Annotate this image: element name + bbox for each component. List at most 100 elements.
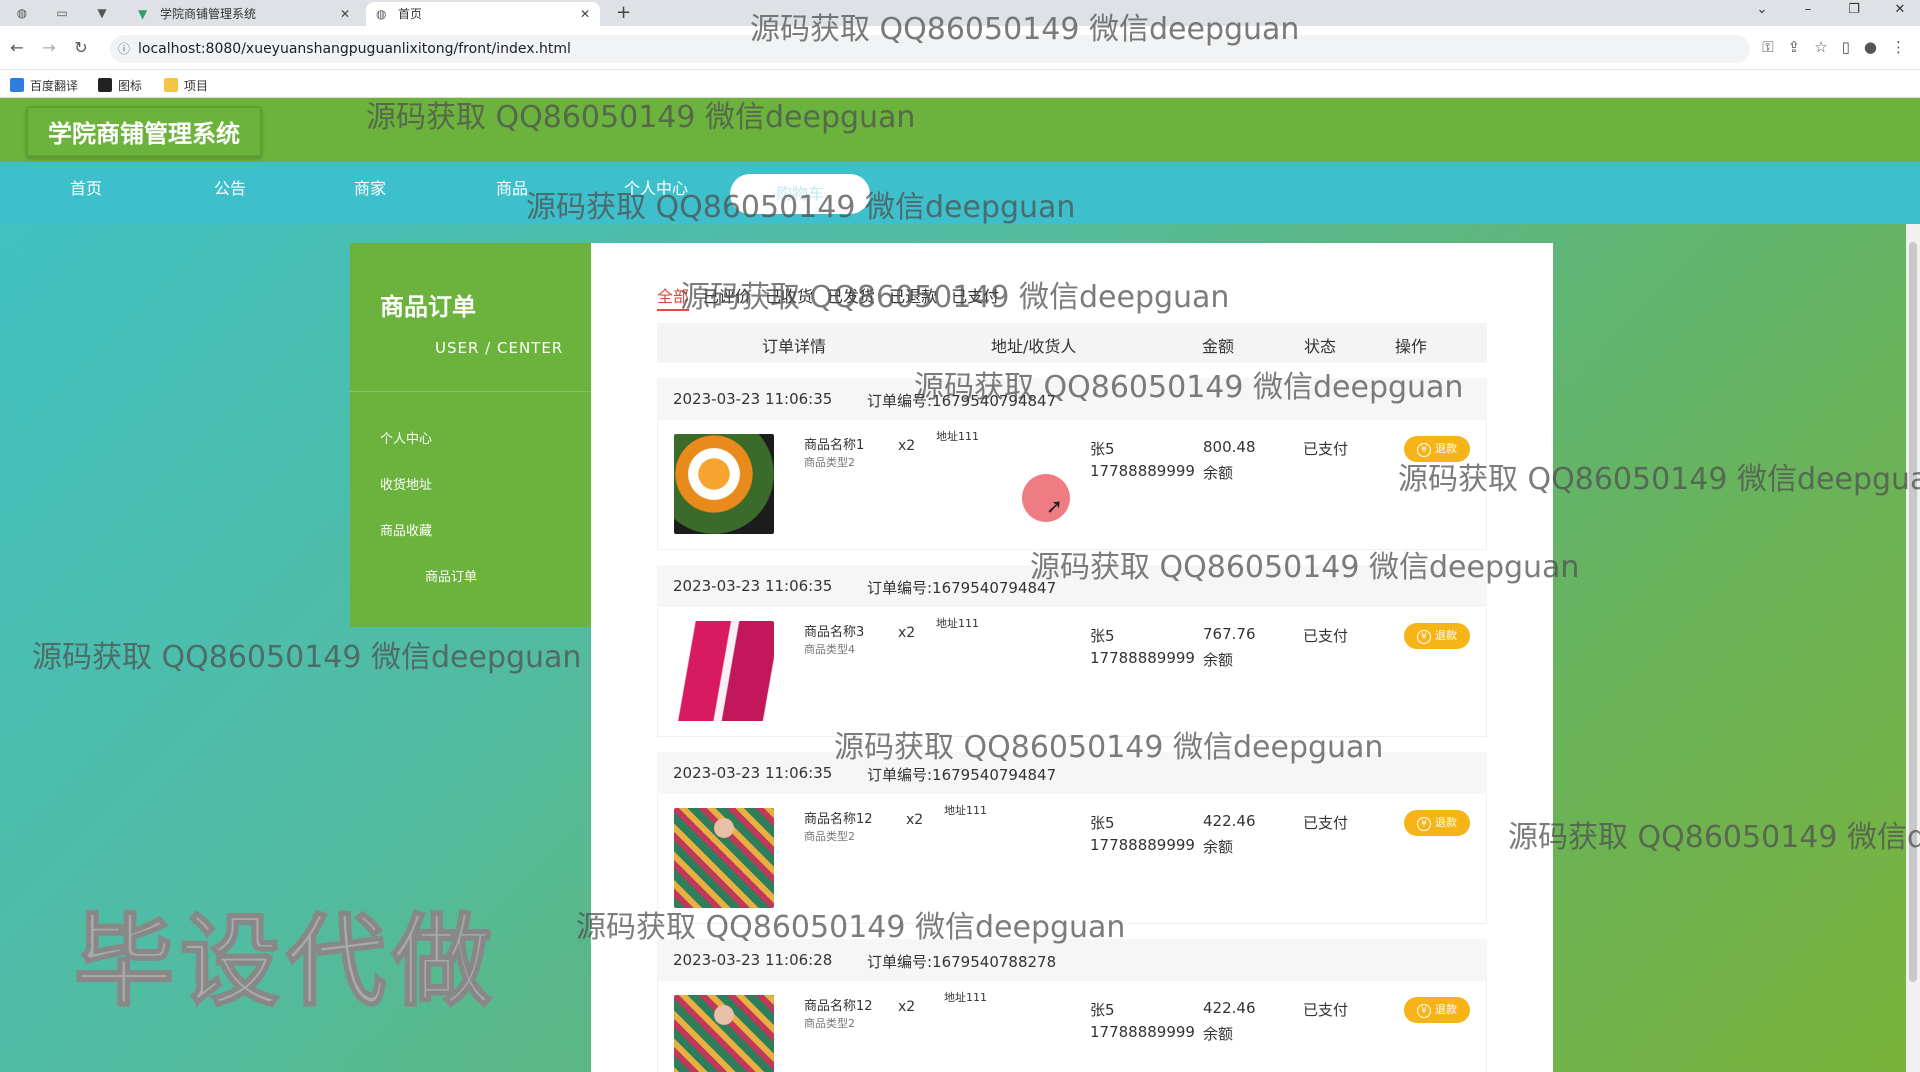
product-name[interactable]: 商品名称3 bbox=[804, 621, 864, 640]
column-header: 状态 bbox=[1304, 337, 1337, 356]
nav-cart[interactable]: 购物车 bbox=[730, 174, 870, 214]
browser-tab-bar: ◍ ▭ ▼ ▼ 学院商铺管理系统 ✕ ◍ 首页 ✕ + ⌄ – ❐ ✕ bbox=[0, 0, 1920, 26]
site-logo[interactable]: 学院商铺管理系统 bbox=[26, 106, 262, 157]
tab-paid[interactable]: 已支付 bbox=[951, 287, 999, 306]
sidebar-item-orders[interactable]: 商品订单 bbox=[425, 566, 477, 585]
chevron-down-icon[interactable]: ⌄ bbox=[1748, 2, 1776, 17]
browser-tab-active[interactable]: ◍ 首页 ✕ bbox=[366, 2, 600, 26]
page-scrollbar[interactable] bbox=[1906, 224, 1920, 1072]
refund-label: 退款 bbox=[1435, 629, 1457, 642]
refund-button[interactable]: ¥ 退款 bbox=[1404, 436, 1470, 462]
close-window-button[interactable]: ✕ bbox=[1886, 2, 1914, 17]
column-header: 操作 bbox=[1395, 337, 1428, 356]
close-icon[interactable]: ✕ bbox=[580, 2, 590, 26]
divider bbox=[350, 391, 591, 392]
key-icon[interactable]: ⚿ bbox=[1762, 38, 1773, 56]
order-date: 2023-03-23 11:06:35 bbox=[673, 577, 833, 595]
close-icon[interactable]: ✕ bbox=[340, 2, 350, 26]
restore-button[interactable]: ❐ bbox=[1840, 2, 1868, 17]
product-name[interactable]: 商品名称1 bbox=[804, 434, 864, 453]
sidebar-title: 商品订单 bbox=[380, 293, 476, 321]
tab-title: 学院商铺管理系统 bbox=[160, 7, 257, 21]
yen-icon: ¥ bbox=[1417, 1004, 1431, 1018]
orders-panel: 全部 已评价 已收货 已发货 已退款 已支付 订单详情 地址/收货人 金额 状态 操作 2… bbox=[591, 243, 1553, 1072]
product-type: 商品类型4 bbox=[804, 643, 855, 656]
sidebar-subtitle: USER / CENTER bbox=[435, 339, 564, 357]
refund-button[interactable]: ¥ 退款 bbox=[1404, 623, 1470, 649]
refund-button[interactable]: ¥ 退款 bbox=[1404, 810, 1470, 836]
reload-button[interactable]: ↻ bbox=[70, 38, 92, 57]
table-header: 订单详情 地址/收货人 金额 状态 操作 bbox=[657, 323, 1487, 363]
info-icon[interactable]: ⓘ bbox=[118, 35, 130, 63]
product-name[interactable]: 商品名称12 bbox=[804, 995, 873, 1014]
watermark-text: 源码获取 QQ86050149 微信deepguan bbox=[32, 640, 582, 675]
order-amount: 767.76 bbox=[1203, 625, 1256, 643]
product-image-cosmetics[interactable] bbox=[674, 621, 774, 721]
address: 地址111 bbox=[936, 617, 979, 630]
quantity: x2 bbox=[898, 999, 916, 1015]
order-header: 2023-03-23 11:06:28 订单编号:1679540788278 bbox=[657, 939, 1487, 981]
tab-icon[interactable]: ▭ bbox=[52, 4, 72, 22]
back-button[interactable]: ← bbox=[6, 38, 28, 57]
order-status: 已支付 bbox=[1303, 814, 1349, 832]
product-name[interactable]: 商品名称12 bbox=[804, 808, 873, 827]
url-text: localhost:8080/xueyuanshangpuguanlixiton… bbox=[138, 41, 571, 57]
order-amount: 800.48 bbox=[1203, 438, 1256, 456]
quantity: x2 bbox=[898, 438, 916, 454]
receiver-phone: 17788889999 bbox=[1090, 1023, 1195, 1041]
new-tab-button[interactable]: + bbox=[616, 2, 631, 23]
vue-icon: ▼ bbox=[138, 7, 148, 21]
translate-icon bbox=[10, 78, 24, 92]
order-number: 订单编号:1679540794847 bbox=[867, 579, 1057, 597]
nav-products[interactable]: 商品 bbox=[462, 162, 562, 224]
bookmark-item[interactable]: 百度翻译 bbox=[10, 77, 78, 94]
scrollbar-thumb[interactable] bbox=[1909, 242, 1917, 982]
sidebar-item-favorites[interactable]: 商品收藏 bbox=[380, 520, 432, 539]
address-actions: ⚿ ⇪ ☆ ▯ ● ⋮ bbox=[1748, 38, 1906, 56]
payment-method: 余额 bbox=[1203, 651, 1234, 669]
receiver-phone: 17788889999 bbox=[1090, 836, 1195, 854]
forward-button[interactable]: → bbox=[38, 38, 60, 57]
nav-home[interactable]: 首页 bbox=[36, 162, 136, 224]
order-row: 商品名称12 商品类型2 x2 地址111 张5 17788889999 422… bbox=[657, 794, 1487, 924]
sidebar-item-user-center[interactable]: 个人中心 bbox=[380, 428, 432, 447]
product-type: 商品类型2 bbox=[804, 830, 855, 843]
nav-merchants[interactable]: 商家 bbox=[320, 162, 420, 224]
tab-refunded[interactable]: 已退款 bbox=[889, 287, 937, 306]
profile-icon[interactable]: ● bbox=[1864, 38, 1877, 56]
order-header: 2023-03-23 11:06:35 订单编号:1679540794847 bbox=[657, 565, 1487, 607]
tab-shipped[interactable]: 已发货 bbox=[827, 287, 875, 306]
order-date: 2023-03-23 11:06:28 bbox=[673, 951, 833, 969]
url-field[interactable]: ⓘ localhost:8080/xueyuanshangpuguanlixito… bbox=[110, 35, 1750, 63]
minimize-button[interactable]: – bbox=[1794, 2, 1822, 17]
refund-button[interactable]: ¥ 退款 bbox=[1404, 997, 1470, 1023]
product-image-dress[interactable] bbox=[674, 995, 774, 1072]
bookmark-folder[interactable]: 项目 bbox=[164, 77, 208, 94]
image-icon bbox=[98, 78, 112, 92]
globe-icon[interactable]: ◍ bbox=[12, 4, 32, 22]
sidebar-item-address[interactable]: 收货地址 bbox=[380, 474, 432, 493]
order-row: 商品名称12 商品类型2 x2 地址111 张5 17788889999 422… bbox=[657, 981, 1487, 1072]
bookmarks-bar: 百度翻译 图标 项目 bbox=[0, 70, 1920, 98]
order-row: 商品名称1 商品类型2 x2 地址111 张5 17788889999 800.… bbox=[657, 420, 1487, 550]
tab-all[interactable]: 全部 bbox=[657, 287, 690, 311]
star-icon[interactable]: ☆ bbox=[1814, 38, 1827, 56]
watermark-text: 源码获取 QQ86050149 微信deepguan bbox=[1508, 820, 1920, 855]
vue-icon[interactable]: ▼ bbox=[92, 4, 112, 22]
nav-notice[interactable]: 公告 bbox=[180, 162, 280, 224]
bookmark-item[interactable]: 图标 bbox=[98, 77, 142, 94]
nav-user-center[interactable]: 个人中心 bbox=[606, 162, 706, 224]
share-icon[interactable]: ⇪ bbox=[1788, 38, 1801, 56]
sidepanel-icon[interactable]: ▯ bbox=[1842, 38, 1850, 56]
browser-tab-inactive[interactable]: ▼ 学院商铺管理系统 ✕ bbox=[128, 2, 360, 26]
menu-icon[interactable]: ⋮ bbox=[1891, 38, 1906, 56]
product-image-flowers[interactable] bbox=[674, 434, 774, 534]
receiver-name: 张5 bbox=[1090, 814, 1115, 832]
promo-watermark: 毕设代做 bbox=[73, 902, 498, 1021]
tab-received[interactable]: 已收货 bbox=[765, 287, 813, 306]
product-image-dress[interactable] bbox=[674, 808, 774, 908]
payment-method: 余额 bbox=[1203, 464, 1234, 482]
tab-reviewed[interactable]: 已评价 bbox=[703, 287, 751, 306]
yen-icon: ¥ bbox=[1417, 630, 1431, 644]
refund-label: 退款 bbox=[1435, 1003, 1457, 1016]
